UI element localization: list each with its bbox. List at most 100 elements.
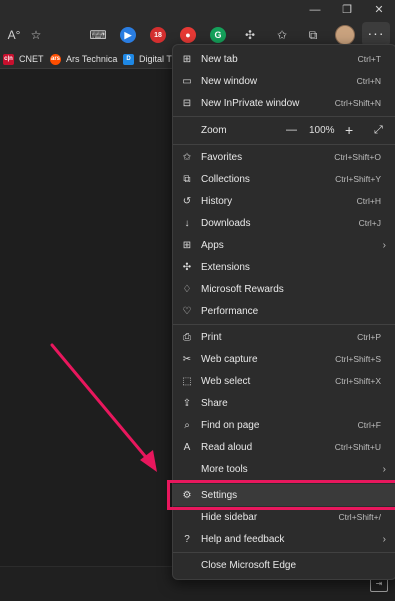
menu-item-zoom: Zoom — 100% + ⤢: [173, 119, 395, 141]
grammarly-icon[interactable]: G: [210, 27, 226, 43]
extension-badge-icon[interactable]: 18: [150, 27, 166, 43]
menu-item-label: History: [201, 195, 233, 207]
menu-item-label: Read aloud: [201, 441, 253, 453]
menu-item-history[interactable]: ↺ History Ctrl+H: [173, 190, 395, 212]
menu-item-web-select[interactable]: ⬚ Web select Ctrl+Shift+X: [173, 370, 395, 392]
menu-separator: [173, 324, 395, 325]
read-aloud-icon: A: [183, 441, 191, 453]
extensions-icon: ✣: [182, 261, 192, 273]
menu-item-label: New InPrivate window: [201, 97, 300, 109]
keyboard-icon[interactable]: ⌨: [88, 25, 108, 45]
web-capture-icon: ✂: [182, 353, 192, 365]
ars-technica-icon: ars: [50, 53, 61, 65]
inprivate-icon: ⊟: [182, 97, 192, 109]
favorite-digital-trends[interactable]: D Digital Tr: [123, 52, 175, 66]
menu-separator: [173, 144, 395, 145]
menu-item-performance[interactable]: ♡ Performance: [173, 300, 395, 322]
menu-item-label: Close Microsoft Edge: [201, 559, 297, 571]
menu-item-label: Zoom: [201, 124, 227, 136]
favorites-star-icon[interactable]: ☆: [26, 25, 46, 45]
read-aloud-toolbar-icon[interactable]: A°: [4, 25, 24, 45]
favorite-cnet[interactable]: c|n CNET: [3, 52, 44, 66]
menu-item-label: Web select: [201, 375, 251, 387]
menu-item-shortcut: Ctrl+Shift+O: [334, 152, 381, 162]
menu-item-shortcut: Ctrl+Shift+X: [335, 376, 381, 386]
zoom-level: 100%: [309, 124, 335, 136]
performance-icon: ♡: [182, 305, 192, 317]
extensions-puzzle-icon[interactable]: ✣: [240, 25, 260, 45]
menu-item-label: More tools: [201, 463, 248, 475]
menu-item-find-on-page[interactable]: ⌕ Find on page Ctrl+F: [173, 414, 395, 436]
menu-item-favorites[interactable]: ✩ Favorites Ctrl+Shift+O: [173, 146, 395, 168]
menu-item-new-tab[interactable]: ⊞ New tab Ctrl+T: [173, 48, 395, 70]
menu-item-label: Apps: [201, 239, 224, 251]
zoom-out-button[interactable]: —: [286, 124, 297, 136]
menu-item-label: Web capture: [201, 353, 258, 365]
web-select-icon: ⬚: [182, 375, 192, 387]
menu-item-shortcut: Ctrl+J: [358, 218, 381, 228]
title-bar: — ❐ ✕: [0, 0, 395, 20]
menu-item-label: Print: [201, 331, 222, 343]
menu-item-new-window[interactable]: ▭ New window Ctrl+N: [173, 70, 395, 92]
menu-item-collections[interactable]: ⧉ Collections Ctrl+Shift+Y: [173, 168, 395, 190]
menu-item-microsoft-rewards[interactable]: ♢ Microsoft Rewards: [173, 278, 395, 300]
menu-item-label: Collections: [201, 173, 250, 185]
menu-item-label: Performance: [201, 305, 259, 317]
fullscreen-icon[interactable]: ⤢: [374, 124, 383, 137]
menu-item-label: Find on page: [201, 419, 260, 431]
help-icon: ?: [184, 533, 190, 545]
menu-separator: [173, 552, 395, 553]
digital-trends-icon: D: [123, 53, 134, 65]
zoom-in-button[interactable]: +: [345, 122, 353, 138]
extension-red-icon[interactable]: ●: [180, 27, 196, 43]
menu-item-label: Help and feedback: [201, 533, 285, 545]
menu-item-label: Extensions: [201, 261, 250, 273]
menu-item-new-inprivate-window[interactable]: ⊟ New InPrivate window Ctrl+Shift+N: [173, 92, 395, 114]
history-icon: ↺: [182, 195, 192, 207]
favorites-list-icon[interactable]: ✩: [272, 25, 292, 45]
menu-item-apps[interactable]: ⊞ Apps ›: [173, 234, 395, 256]
menu-item-shortcut: Ctrl+Shift+S: [335, 354, 381, 364]
menu-item-downloads[interactable]: ↓ Downloads Ctrl+J: [173, 212, 395, 234]
menu-item-web-capture[interactable]: ✂ Web capture Ctrl+Shift+S: [173, 348, 395, 370]
menu-item-label: Favorites: [201, 151, 243, 163]
menu-item-share[interactable]: ⇪ Share: [173, 392, 395, 414]
chevron-right-icon: ›: [382, 239, 386, 251]
find-icon: ⌕: [184, 419, 190, 431]
menu-item-print[interactable]: ⎙ Print Ctrl+P: [173, 326, 395, 348]
menu-item-shortcut: Ctrl+Shift+U: [334, 442, 381, 452]
menu-item-help-and-feedback[interactable]: ? Help and feedback ›: [173, 528, 395, 550]
favorite-label: CNET: [19, 54, 44, 64]
menu-item-read-aloud[interactable]: A Read aloud Ctrl+Shift+U: [173, 436, 395, 458]
collections-toolbar-icon[interactable]: ⧉: [303, 25, 323, 45]
menu-item-shortcut: Ctrl+Shift+/: [338, 512, 381, 522]
menu-item-shortcut: Ctrl+F: [357, 420, 381, 430]
menu-item-more-tools[interactable]: More tools ›: [173, 458, 395, 480]
share-icon: ⇪: [182, 397, 192, 409]
favorites-icon: ✩: [182, 151, 192, 163]
menu-item-label: Share: [201, 397, 228, 409]
print-icon: ⎙: [183, 331, 191, 343]
menu-item-extensions[interactable]: ✣ Extensions: [173, 256, 395, 278]
chevron-right-icon: ›: [382, 463, 386, 475]
menu-item-shortcut: Ctrl+N: [356, 76, 381, 86]
profile-avatar[interactable]: [335, 25, 355, 45]
close-window-button[interactable]: ✕: [364, 0, 394, 20]
favorite-label: Ars Technica: [66, 54, 118, 64]
extension-blue-icon[interactable]: ▶: [120, 27, 136, 43]
maximize-button[interactable]: ❐: [332, 0, 362, 20]
apps-icon: ⊞: [182, 239, 192, 251]
new-window-icon: ▭: [182, 75, 192, 87]
menu-item-close-microsoft-edge[interactable]: Close Microsoft Edge: [173, 554, 395, 576]
chevron-right-icon: ›: [382, 533, 386, 545]
menu-item-label: Microsoft Rewards: [201, 283, 284, 295]
menu-separator: [173, 116, 395, 117]
minimize-button[interactable]: —: [300, 0, 330, 20]
collections-icon: ⧉: [183, 173, 191, 185]
menu-item-shortcut: Ctrl+Shift+Y: [335, 174, 381, 184]
settings-and-more-button[interactable]: ···: [362, 22, 390, 46]
favorite-ars-technica[interactable]: ars Ars Technica: [50, 52, 117, 66]
menu-item-shortcut: Ctrl+T: [357, 54, 381, 64]
menu-item-label: New window: [201, 75, 258, 87]
menu-item-label: Hide sidebar: [201, 511, 258, 523]
